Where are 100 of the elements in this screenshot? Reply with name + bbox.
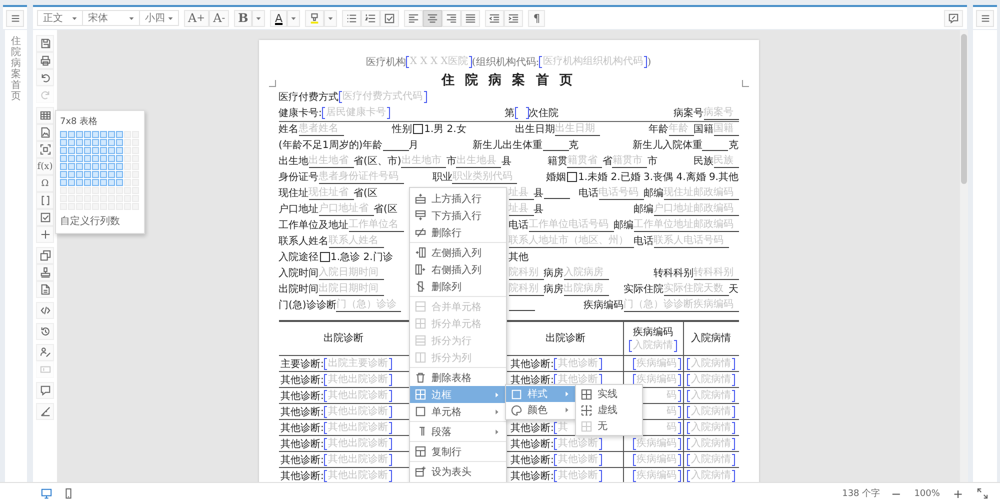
bracket-field[interactable]: 其他出院诊断 [324,454,392,466]
form-field[interactable]: 国籍 [714,122,738,136]
bracket-field[interactable]: 入院病情 [687,374,735,386]
bracket-field[interactable]: 其他诊断 [554,358,602,370]
form-field[interactable]: 工作单位地址邮政编码 [634,218,738,232]
dropdown[interactable]: 宋体 [82,10,140,26]
form-field[interactable]: 籍贯省 [567,154,602,168]
bracket-field[interactable]: 入院病情 [687,406,735,418]
form-field[interactable]: 转科科别 [694,266,738,280]
zoom-in-button[interactable]: + [948,486,968,500]
menu-item[interactable]: 复制行 [410,443,506,460]
form-field[interactable]: 出院病房 [564,282,608,296]
form-field[interactable]: 门（急）诊诊 [336,298,402,312]
bracket-field[interactable]: 其 [554,422,572,434]
form-field[interactable]: 职业类别代码 [452,170,518,184]
bracket-field[interactable]: 医疗机构组织机构代码 [539,56,648,68]
font-color-button[interactable]: A [270,10,288,26]
bracket-field[interactable]: 入院病情 [687,390,735,402]
form-field[interactable]: 现住址邮政编码 [664,186,738,200]
form-field[interactable]: 院科别 [508,266,544,280]
bracket-field[interactable]: 疾病编码 [632,358,680,370]
menu-item[interactable]: 无 [576,418,642,434]
bracket-field[interactable]: 其他出院诊断 [324,470,392,482]
form-field[interactable]: 籍贯市 [612,154,648,168]
form-field[interactable]: 联系人地址市（地区、州） [508,234,634,248]
bracket-field[interactable]: 其他出院诊断 [324,374,392,386]
menu-item[interactable]: 颜色 [506,402,576,418]
tool-button[interactable]: f(x) [36,158,54,175]
form-field[interactable]: 年龄 [668,122,694,136]
form-field[interactable]: 出生地市 [401,154,446,168]
form-field[interactable]: 工作单位名 [348,218,404,232]
form-field[interactable]: 址县 [508,186,534,200]
bracket-field[interactable]: 入院病情 [687,358,735,370]
menu-item[interactable]: 设为表头 [410,463,506,480]
form-field[interactable]: 户口地址邮政编码 [654,202,738,216]
bracket-field[interactable]: 其他出院诊断 [324,422,392,434]
bracket-field[interactable]: 其他诊断 [554,454,602,466]
menu-item[interactable]: 删除列 [410,278,506,295]
form-field[interactable]: 出院日期时间 [318,282,384,296]
form-field[interactable]: 民族 [714,154,738,168]
menu-item[interactable]: 虚线 [576,402,642,418]
dropdown[interactable]: 正文 [37,10,83,26]
menu-item[interactable]: 删除表格 [410,369,506,386]
bracket-field[interactable]: 其他诊断 [554,374,602,386]
menu-item[interactable]: 左侧插入列 [410,244,506,261]
menu-item[interactable]: 单元格 [410,403,506,420]
bracket-field[interactable]: 医疗付费方式代码 [338,91,426,103]
form-field[interactable]: 址县 [508,202,534,216]
bracket-field[interactable]: 其他出院诊断 [324,438,392,450]
bracket-field[interactable]: 疾病编码 [632,454,680,466]
outline-tab[interactable]: 住院病案首页 [11,36,21,102]
menu-item[interactable]: 样式 [506,386,576,402]
form-field[interactable]: 患者姓名 [298,122,344,136]
tool-button[interactable]: Ω [36,175,54,192]
bold-button[interactable]: B [234,10,252,26]
bracket-field[interactable]: 入院病情 [687,438,735,450]
menu-item[interactable]: 删除行 [410,224,506,241]
menu-item[interactable]: 下方插入行 [410,207,506,224]
menu-item[interactable]: 上方插入行 [410,190,506,207]
bracket-field[interactable]: 码 [662,406,680,418]
form-field[interactable]: 出生地省 [308,154,354,168]
form-field[interactable]: 联系人姓名 [328,234,384,248]
form-field[interactable]: 实际住院天数 [664,282,728,296]
form-field[interactable]: 现住址省 [308,186,354,200]
form-field[interactable]: 户口地址省 [318,202,374,216]
paragraph-mark-button[interactable]: ¶ [528,10,546,26]
form-field[interactable]: 出生日期 [554,122,600,136]
bracket-field[interactable]: 入院病情 [687,422,735,434]
bracket-field[interactable]: 入院病情 [687,454,735,466]
form-field[interactable]: 入院日期时间 [318,266,384,280]
bracket-field[interactable]: 疾病编码 [632,470,680,482]
bracket-field[interactable]: 码 [662,422,680,434]
menu-item[interactable]: 实线 [576,386,642,402]
bracket-field[interactable]: 居民健康卡号 [322,107,390,119]
bracket-field[interactable]: 其他出院诊断 [324,406,392,418]
bracket-field[interactable]: 码 [662,390,680,402]
zoom-out-button[interactable]: − [886,486,906,500]
menu-item[interactable]: 边框 [410,386,506,403]
bracket-field[interactable]: 入院病情 [687,470,735,482]
form-field[interactable]: 电话号码 [598,186,644,200]
form-field[interactable]: 入院病房 [564,266,608,280]
bracket-field[interactable]: 疾病编码 [632,438,680,450]
bracket-field[interactable]: 其他诊断 [554,438,602,450]
bracket-field[interactable]: 疾病编码 [632,374,680,386]
bracket-field[interactable]: 其他出院诊断 [324,390,392,402]
custom-size-link[interactable]: 自定义行列数 [60,214,140,228]
form-field[interactable]: 工作单位电话号码 [528,218,614,232]
bracket-field[interactable]: 入院病情 [629,340,677,352]
dropdown[interactable]: 小四 [139,10,179,26]
form-field[interactable]: 门（急）诊诊断疾病编码 [624,298,738,312]
form-field[interactable]: 患者身份证件号码 [318,170,404,184]
form-field[interactable]: 出生地县 [456,154,502,168]
bracket-field[interactable]: 出院主要诊断 [324,358,392,370]
menu-item[interactable]: 右侧插入列 [410,261,506,278]
bracket-field[interactable]: 其他诊断 [554,470,602,482]
menu-item[interactable]: 段落 [410,423,506,440]
form-field[interactable]: 病案号 [704,106,738,120]
form-field[interactable]: 院科别 [508,282,544,296]
form-field[interactable]: 联系人电话号码 [654,234,728,248]
bracket-field[interactable]: X X X X医院 [406,56,472,68]
